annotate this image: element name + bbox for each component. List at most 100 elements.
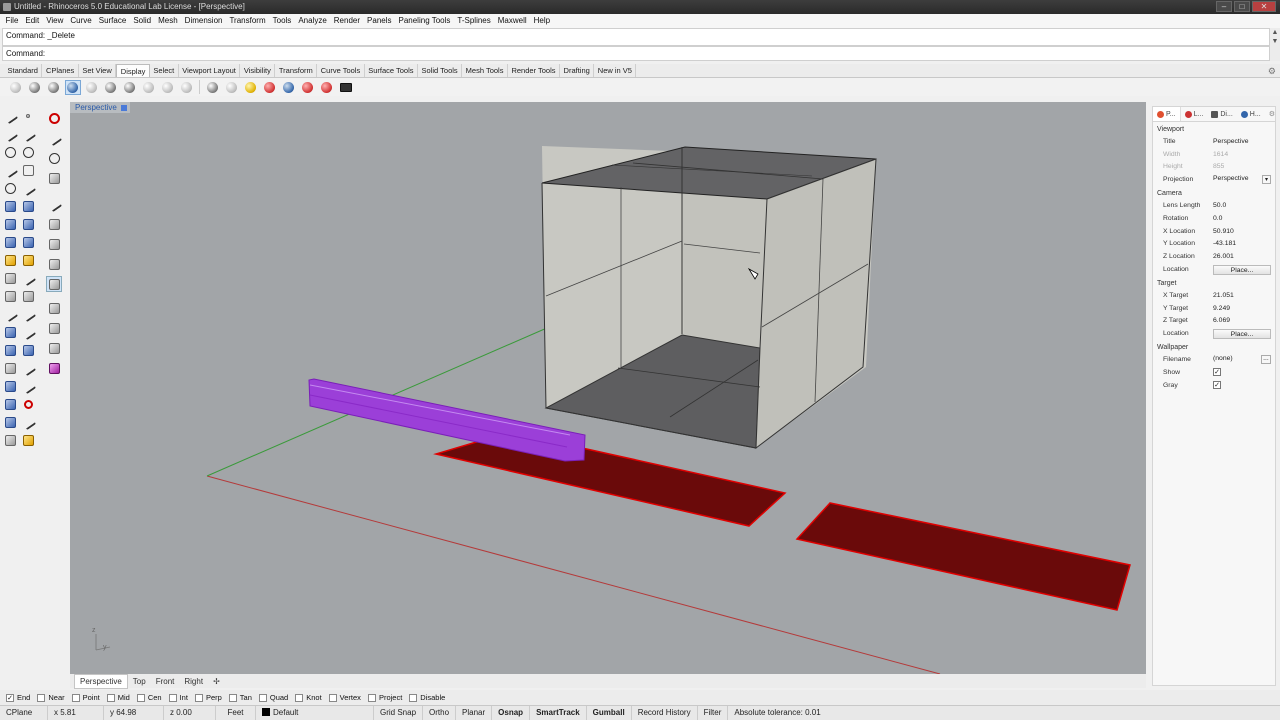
osnap-disable-checkbox[interactable] bbox=[409, 693, 418, 702]
osnap-int[interactable]: Int bbox=[168, 693, 188, 702]
browse-button[interactable]: ... bbox=[1261, 355, 1271, 365]
camera-place-button[interactable]: Place... bbox=[1213, 264, 1271, 275]
osnap-mid[interactable]: Mid bbox=[106, 693, 130, 702]
panel-tab-help[interactable]: H... bbox=[1237, 107, 1265, 121]
split-icon[interactable] bbox=[2, 270, 18, 286]
pen-viewport-icon[interactable] bbox=[141, 80, 157, 95]
osnap-tan[interactable]: Tan bbox=[228, 693, 252, 702]
osnap-cen[interactable]: Cen bbox=[136, 693, 162, 702]
menu-transform[interactable]: Transform bbox=[226, 14, 269, 28]
distance-icon[interactable] bbox=[20, 360, 36, 376]
osnap-knot[interactable]: Knot bbox=[295, 693, 322, 702]
command-prompt[interactable]: Command: bbox=[2, 46, 1270, 61]
menu-surface[interactable]: Surface bbox=[95, 14, 130, 28]
maximize-button[interactable]: □ bbox=[1234, 1, 1250, 12]
menu-dimension[interactable]: Dimension bbox=[181, 14, 226, 28]
extrude-surface-icon[interactable] bbox=[20, 198, 36, 214]
status-layer[interactable]: Default bbox=[256, 706, 374, 720]
shaded-viewport-icon[interactable] bbox=[27, 80, 43, 95]
scale-icon[interactable] bbox=[20, 342, 36, 358]
y-target-field[interactable]: 9.249 bbox=[1213, 305, 1275, 312]
perspective-cube-icon[interactable] bbox=[46, 276, 62, 292]
z-location-field[interactable]: 26.001 bbox=[1213, 253, 1275, 260]
dimension-icon[interactable] bbox=[20, 252, 36, 268]
wireframe-viewport-icon[interactable] bbox=[8, 80, 24, 95]
grid-snap-toggle[interactable]: Grid Snap bbox=[374, 706, 424, 720]
menu-curve[interactable]: Curve bbox=[67, 14, 95, 28]
tab-set-view[interactable]: Set View bbox=[79, 64, 117, 77]
panel-tab-display[interactable]: Di... bbox=[1207, 107, 1236, 121]
polygon-icon[interactable] bbox=[2, 162, 18, 178]
curvature-analysis-icon[interactable] bbox=[262, 80, 278, 95]
solid-box-icon[interactable] bbox=[2, 216, 18, 232]
material-icon[interactable] bbox=[2, 432, 18, 448]
perspective-viewport[interactable]: z y bbox=[70, 102, 1146, 674]
join-icon[interactable] bbox=[2, 306, 18, 322]
viewport-tab-front[interactable]: Front bbox=[151, 675, 180, 688]
rectangle-icon[interactable] bbox=[20, 162, 36, 178]
rendered-viewport-icon[interactable] bbox=[46, 80, 62, 95]
record-history-toggle[interactable]: Record History bbox=[632, 706, 698, 720]
tab-visibility[interactable]: Visibility bbox=[240, 64, 276, 77]
menu-maxwell[interactable]: Maxwell bbox=[494, 14, 530, 28]
add-viewport-tab-icon[interactable]: ✢ bbox=[208, 675, 225, 688]
show-checkbox[interactable]: ✓ bbox=[1213, 368, 1221, 377]
array-icon[interactable] bbox=[2, 342, 18, 358]
paint-bucket-icon[interactable] bbox=[20, 432, 36, 448]
tab-solid-tools[interactable]: Solid Tools bbox=[418, 64, 463, 77]
text-icon[interactable] bbox=[2, 324, 18, 340]
menu-solid[interactable]: Solid bbox=[130, 14, 155, 28]
osnap-int-checkbox[interactable] bbox=[168, 693, 177, 702]
menu-render[interactable]: Render bbox=[330, 14, 363, 28]
projection-dropdown[interactable]: Perspective ▾ bbox=[1213, 175, 1275, 185]
point-icon[interactable] bbox=[20, 108, 36, 124]
polyline-icon[interactable] bbox=[2, 126, 18, 142]
rendered-all-icon[interactable] bbox=[179, 80, 195, 95]
osnap-tan-checkbox[interactable] bbox=[228, 693, 237, 702]
gumball-toggle[interactable]: Gumball bbox=[587, 706, 632, 720]
analyze-icon[interactable] bbox=[2, 360, 18, 376]
circle-icon[interactable] bbox=[2, 144, 18, 160]
osnap-vertex[interactable]: Vertex bbox=[328, 693, 361, 702]
osnap-end-checkbox[interactable]: ✓ bbox=[6, 693, 14, 702]
viewport-tab-top[interactable]: Top bbox=[128, 675, 151, 688]
layer-icon[interactable] bbox=[46, 340, 62, 356]
osnap-quad[interactable]: Quad bbox=[258, 693, 288, 702]
osnap-point[interactable]: Point bbox=[71, 693, 100, 702]
mesh-icon[interactable] bbox=[20, 234, 36, 250]
osnap-point-checkbox[interactable] bbox=[71, 693, 80, 702]
target-place-button[interactable]: Place... bbox=[1213, 328, 1271, 339]
trim-icon[interactable] bbox=[20, 270, 36, 286]
menu-file[interactable]: File bbox=[2, 14, 22, 28]
viewport-tab-right[interactable]: Right bbox=[179, 675, 208, 688]
menu-mesh[interactable]: Mesh bbox=[155, 14, 182, 28]
rotation-field[interactable]: 0.0 bbox=[1213, 215, 1275, 222]
tab-new-in-v5[interactable]: New in V5 bbox=[594, 64, 637, 77]
osnap-project[interactable]: Project bbox=[367, 693, 402, 702]
xray-viewport-icon[interactable] bbox=[84, 80, 100, 95]
planar-toggle[interactable]: Planar bbox=[456, 706, 493, 720]
hide-icon[interactable] bbox=[46, 300, 62, 316]
osnap-cen-checkbox[interactable] bbox=[136, 693, 145, 702]
z-target-field[interactable]: 6.069 bbox=[1213, 317, 1275, 324]
menu-tools[interactable]: Tools bbox=[269, 14, 295, 28]
viewport-title[interactable]: Perspective bbox=[75, 103, 117, 112]
menu-panels[interactable]: Panels bbox=[364, 14, 395, 28]
osnap-mid-checkbox[interactable] bbox=[106, 693, 115, 702]
shaded-all-icon[interactable] bbox=[160, 80, 176, 95]
orient-icon[interactable] bbox=[20, 396, 36, 412]
ellipse-icon[interactable] bbox=[20, 144, 36, 160]
history-check-icon[interactable] bbox=[20, 414, 36, 430]
check-icon[interactable] bbox=[2, 414, 18, 430]
front-view-icon[interactable] bbox=[46, 196, 62, 212]
toolbar-settings-icon[interactable]: ⚙ bbox=[1268, 66, 1276, 77]
analysis-off-icon[interactable] bbox=[319, 80, 335, 95]
zoom-extents-icon[interactable] bbox=[46, 170, 62, 186]
light-icon[interactable] bbox=[2, 252, 18, 268]
ghosted-viewport-icon[interactable] bbox=[64, 79, 81, 95]
osnap-toggle[interactable]: Osnap bbox=[492, 706, 531, 720]
osnap-perp-checkbox[interactable] bbox=[194, 693, 203, 702]
set-view-icon[interactable] bbox=[46, 150, 62, 166]
menu-paneling-tools[interactable]: Paneling Tools bbox=[395, 14, 454, 28]
view-cube-3-icon[interactable] bbox=[46, 256, 62, 272]
